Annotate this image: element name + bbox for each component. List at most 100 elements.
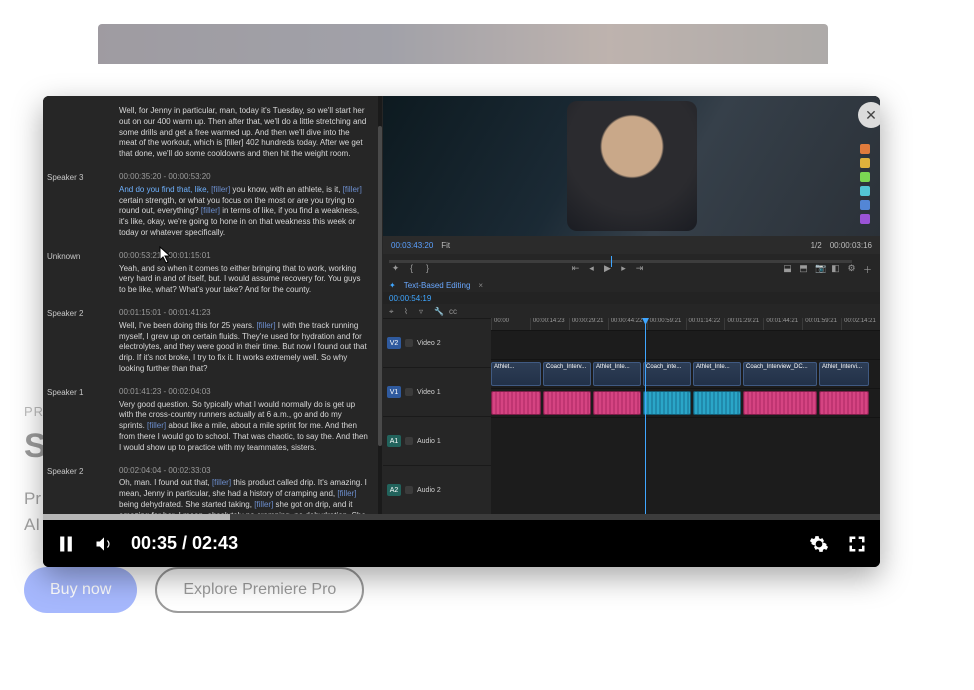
transcript-row[interactable]: Speaker 2 00:01:15:01 - 00:01:41:23 Well…: [43, 304, 383, 383]
volume-icon: [94, 534, 114, 554]
snap-icon[interactable]: ⌖: [389, 307, 398, 316]
track-headers: V2 Video 2 V1 Video 1 A1 Audio 1: [383, 318, 491, 514]
eye-icon[interactable]: [405, 339, 413, 347]
video-clip[interactable]: Coach_Interview_DC...: [743, 362, 817, 386]
speaker-label: Speaker 1: [47, 387, 119, 454]
step-back-icon[interactable]: ◂: [587, 263, 596, 276]
video-clip[interactable]: Athlet_Intervi...: [819, 362, 869, 386]
go-to-in-icon[interactable]: ⇤: [571, 263, 580, 276]
step-fwd-icon[interactable]: ▸: [619, 263, 628, 276]
timeline-mode[interactable]: Text-Based Editing: [404, 281, 471, 290]
transcript-text: And do you find that, like, [filler] you…: [119, 185, 369, 239]
extract-icon[interactable]: ⬒: [799, 263, 808, 276]
go-to-out-icon[interactable]: ⇥: [635, 263, 644, 276]
eye-icon[interactable]: [405, 388, 413, 396]
transcript-row[interactable]: Unknown 00:00:53:21 - 00:01:15:01 Yeah, …: [43, 247, 383, 304]
transcript-text: Very good question. So typically what I …: [119, 400, 369, 454]
audio-clip[interactable]: [543, 391, 591, 415]
track-header-v1[interactable]: V1 Video 1: [383, 367, 491, 416]
program-monitor: [383, 96, 880, 236]
transcript-timecode: 00:01:41:23 - 00:02:04:03: [119, 387, 369, 398]
audio-clip[interactable]: [743, 391, 817, 415]
video-clip[interactable]: Athlet_Inte...: [593, 362, 641, 386]
fullscreen-icon: [847, 534, 867, 554]
scrollbar-thumb[interactable]: [378, 126, 382, 446]
pause-button[interactable]: [55, 533, 77, 555]
speaker-label: [47, 106, 119, 160]
video-scrubber[interactable]: [43, 514, 880, 520]
swatch-yellow[interactable]: [860, 158, 870, 168]
close-button[interactable]: ✕: [858, 102, 880, 128]
add-icon[interactable]: ＋: [863, 263, 872, 276]
transcript-row[interactable]: Speaker 2 00:02:04:04 - 00:02:33:03 Oh, …: [43, 462, 383, 514]
settings-icon[interactable]: ⚙: [847, 263, 856, 276]
audio-clip[interactable]: [593, 391, 641, 415]
timeline-playhead[interactable]: [645, 318, 646, 514]
wrench-icon[interactable]: 🔧: [434, 307, 443, 316]
transport-buttons: ✦ { } ⇤ ◂ ▶ ▸ ⇥ ⬓ ⬒ 📷 ◧ ⚙ ＋: [391, 263, 872, 276]
video-controls: 00:35 / 02:43: [43, 514, 880, 567]
transport-bar: ✦ { } ⇤ ◂ ▶ ▸ ⇥ ⬓ ⬒ 📷 ◧ ⚙ ＋: [383, 254, 880, 278]
audio-clip[interactable]: [819, 391, 869, 415]
swatch-blue[interactable]: [860, 200, 870, 210]
close-icon: ✕: [865, 107, 877, 124]
comparison-icon[interactable]: ◧: [831, 263, 840, 276]
transcript-timecode: 00:00:35:20 - 00:00:53:20: [119, 172, 369, 183]
video-clip[interactable]: Coach_inte...: [643, 362, 691, 386]
track-a2[interactable]: [491, 417, 880, 446]
gear-icon: [809, 534, 829, 554]
track-header-a2[interactable]: A2 Audio 2: [383, 465, 491, 514]
track-a1[interactable]: [491, 388, 880, 417]
timeline-ruler[interactable]: 00:00 00:00:14:23 00:00:29:21 00:00:44:2…: [491, 318, 880, 330]
video-clip[interactable]: Athlet...: [491, 362, 541, 386]
timeline-panel: ✦ Text-Based Editing × 00:00:54:19 ⌖ ⌇ ▿…: [383, 278, 880, 514]
transcript-row[interactable]: Well, for Jenny in particular, man, toda…: [43, 102, 383, 168]
play-icon[interactable]: ▶: [603, 263, 612, 276]
transcript-row[interactable]: Speaker 3 00:00:35:20 - 00:00:53:20 And …: [43, 168, 383, 247]
volume-button[interactable]: [93, 533, 115, 555]
track-v1[interactable]: Athlet... Coach_Interv... Athlet_Inte...…: [491, 359, 880, 388]
track-label: Video 1: [417, 389, 441, 396]
export-frame-icon[interactable]: 📷: [815, 263, 824, 276]
scrubber-progress: [43, 514, 230, 520]
video-clip[interactable]: Coach_Interv...: [543, 362, 591, 386]
monitor-fit-label[interactable]: Fit: [441, 241, 450, 250]
mark-in-icon[interactable]: {: [407, 263, 416, 276]
swatch-green[interactable]: [860, 172, 870, 182]
transcript-row[interactable]: Speaker 1 00:01:41:23 - 00:02:04:03 Very…: [43, 383, 383, 462]
fullscreen-button[interactable]: [846, 533, 868, 555]
add-marker-icon[interactable]: ✦: [391, 263, 400, 276]
lift-icon[interactable]: ⬓: [783, 263, 792, 276]
track-area[interactable]: 00:00 00:00:14:23 00:00:29:21 00:00:44:2…: [491, 318, 880, 514]
timeline-mode-label: ✦: [389, 281, 396, 290]
track-header-a1[interactable]: A1 Audio 1: [383, 416, 491, 465]
audio-clip[interactable]: [643, 391, 691, 415]
track-v2[interactable]: [491, 330, 880, 359]
marker-icon[interactable]: ▿: [419, 307, 428, 316]
track-header-v2[interactable]: V2 Video 2: [383, 318, 491, 367]
speaker-label: Speaker 2: [47, 466, 119, 514]
transcript-timecode: 00:00:53:21 - 00:01:15:01: [119, 251, 369, 262]
transcript-scrollbar[interactable]: [378, 96, 382, 514]
transcript-panel: Well, for Jenny in particular, man, toda…: [43, 96, 383, 514]
swatch-orange[interactable]: [860, 144, 870, 154]
timeline-timecode: 00:00:54:19: [383, 292, 880, 304]
audio-clip[interactable]: [693, 391, 741, 415]
track-label: Audio 1: [417, 438, 441, 445]
mute-icon[interactable]: [405, 437, 413, 445]
video-clip[interactable]: Athlet_Inte...: [693, 362, 741, 386]
mute-icon[interactable]: [405, 486, 413, 494]
audio-clip[interactable]: [491, 391, 541, 415]
linked-sel-icon[interactable]: ⌇: [404, 307, 413, 316]
settings-button[interactable]: [808, 533, 830, 555]
swatch-purple[interactable]: [860, 214, 870, 224]
close-tab-icon[interactable]: ×: [478, 281, 483, 290]
mark-out-icon[interactable]: }: [423, 263, 432, 276]
program-frame-image: [567, 101, 697, 231]
monitor-ratio[interactable]: 1/2: [811, 241, 822, 250]
track-label: Audio 2: [417, 487, 441, 494]
speaker-label: Unknown: [47, 251, 119, 296]
timeline-header: ✦ Text-Based Editing ×: [383, 278, 880, 292]
swatch-cyan[interactable]: [860, 186, 870, 196]
cc-icon[interactable]: cc: [449, 307, 458, 316]
